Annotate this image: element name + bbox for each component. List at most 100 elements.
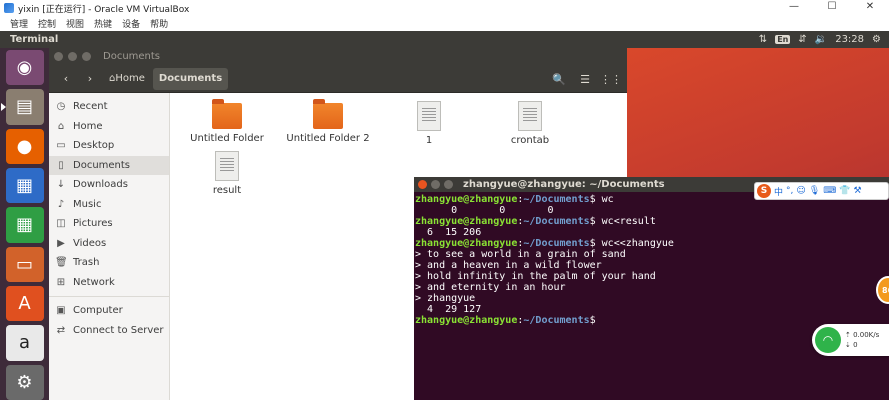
network-speed-widget[interactable]: ◠ ⇡ 0.00K/s ⇣ 0 xyxy=(812,324,889,356)
sidebar-item-documents[interactable]: ▯ Documents xyxy=(49,155,169,175)
terminal-prompt-line: zhangyue@zhangyue:~/Documents$ xyxy=(415,315,889,326)
firefox-icon[interactable]: ● xyxy=(5,128,44,164)
breadcrumb-current[interactable]: Documents xyxy=(152,67,229,90)
terminal-output-line: 6 15 206 xyxy=(415,227,482,238)
libreoffice-writer-icon[interactable]: ▦ xyxy=(5,167,44,204)
files-app-icon[interactable]: ▤ xyxy=(0,89,44,125)
close-button[interactable]: ✕ xyxy=(851,0,889,16)
network-icon[interactable]: ⇵ xyxy=(798,34,806,45)
terminal-output[interactable]: zhangyue@zhangyue:~/Documents$ wc 0 0 0z… xyxy=(414,192,889,326)
prompt-user: zhangyue@zhangyue xyxy=(415,238,518,249)
terminal-minimize-button[interactable] xyxy=(431,180,440,189)
minimize-button[interactable]: — xyxy=(775,0,813,16)
keyboard-swap-icon[interactable]: ⇅ xyxy=(759,34,767,45)
download-speed: ⇣ 0 xyxy=(845,341,858,349)
sidebar-item-label: Desktop xyxy=(73,140,115,152)
terminal-prompt-line: zhangyue@zhangyue:~/Documents$ wc<<zhang… xyxy=(415,238,889,249)
clock[interactable]: 23:28 xyxy=(835,34,864,45)
music-icon: ♪ xyxy=(57,198,65,210)
ime-voice-icon[interactable]: 🎙 xyxy=(809,186,820,196)
terminal-prompt-line: zhangyue@zhangyue:~/Documents$ wc<result xyxy=(415,216,889,227)
files-minimize-button[interactable] xyxy=(68,52,77,61)
ubuntu-top-panel: Terminal ⇅ En ⇵ 🔉 23:28 ⚙ xyxy=(0,31,889,48)
file-item-crontab[interactable]: crontab xyxy=(485,101,575,146)
prompt-command: $ wc xyxy=(589,194,614,205)
trash-icon: 🗑 xyxy=(55,257,68,269)
sidebar-item-label: Home xyxy=(73,120,103,132)
list-view-icon[interactable]: ☰ xyxy=(575,69,595,89)
file-item-label: 1 xyxy=(425,135,433,146)
sidebar-item-music[interactable]: ♪ Music xyxy=(49,195,169,215)
sidebar-item-computer[interactable]: ▣ Computer xyxy=(49,301,169,321)
libreoffice-impress-icon[interactable]: ▭ xyxy=(5,246,44,282)
ime-tools-icon[interactable]: ⚒ xyxy=(853,186,861,196)
vbox-window-title: yixin [正在运行] - Oracle VM VirtualBox xyxy=(18,4,190,15)
sidebar-item-label: Computer xyxy=(73,305,123,317)
menu-manage[interactable]: 管理 xyxy=(10,17,28,30)
server-icon: ⇄ xyxy=(56,324,66,336)
grid-view-icon[interactable]: ⋮⋮ xyxy=(600,69,622,89)
text-file-icon xyxy=(417,101,441,131)
sidebar-item-videos[interactable]: ▶ Videos xyxy=(49,234,169,254)
system-settings-icon[interactable]: ⚙ xyxy=(5,364,44,400)
sidebar-item-pictures[interactable]: ◫ Pictures xyxy=(49,214,169,234)
sidebar-item-label: Recent xyxy=(73,101,108,113)
search-icon[interactable]: 🔍 xyxy=(549,69,569,89)
ubuntu-dash-icon[interactable]: ◉ xyxy=(5,50,44,86)
menu-control[interactable]: 控制 xyxy=(38,17,56,30)
sidebar-item-label: Network xyxy=(73,276,115,288)
active-app-name[interactable]: Terminal xyxy=(0,34,58,45)
breadcrumb-home[interactable]: ⌂ Home xyxy=(103,68,151,90)
breadcrumb-home-label: Home xyxy=(115,73,145,84)
sidebar-item-connect-to-server[interactable]: ⇄ Connect to Server xyxy=(49,321,169,341)
libreoffice-calc-icon[interactable]: ▦ xyxy=(5,207,44,243)
files-maximize-button[interactable] xyxy=(82,52,91,61)
file-item-untitled-folder[interactable]: Untitled Folder xyxy=(182,99,272,144)
volume-icon[interactable]: 🔉 xyxy=(815,34,827,45)
files-toolbar: ‹ › ⌂ Home Documents xyxy=(49,65,627,93)
sogou-logo-icon: S xyxy=(757,184,771,198)
back-button[interactable]: ‹ xyxy=(55,68,77,90)
menu-view[interactable]: 视图 xyxy=(66,17,84,30)
amazon-icon[interactable]: a xyxy=(5,325,44,361)
input-language-indicator[interactable]: En xyxy=(775,35,791,44)
files-close-button[interactable] xyxy=(54,52,63,61)
ime-keyboard-icon[interactable]: ⌨ xyxy=(823,186,836,196)
terminal-close-button[interactable] xyxy=(418,180,427,189)
prompt-user: zhangyue@zhangyue xyxy=(415,194,518,205)
ime-punct-icon[interactable]: °, xyxy=(786,186,793,196)
menu-devices[interactable]: 设备 xyxy=(122,17,140,30)
settings-gear-icon[interactable]: ⚙ xyxy=(872,34,881,45)
folder-icon xyxy=(313,99,343,129)
sidebar-item-desktop[interactable]: ▭ Desktop xyxy=(49,136,169,156)
terminal-window[interactable]: zhangyue@zhangyue: ~/Documents zhangyue@… xyxy=(414,177,889,400)
sidebar-item-recent[interactable]: ◷ Recent xyxy=(49,97,169,117)
ime-toolbar[interactable]: S 中 °, ☺ 🎙 ⌨ 👕 ⚒ xyxy=(754,182,889,200)
documents-icon: ▯ xyxy=(58,159,64,171)
menu-hotkey[interactable]: 热键 xyxy=(94,17,112,30)
menu-help[interactable]: 帮助 xyxy=(150,17,168,30)
ime-emoji-icon[interactable]: ☺ xyxy=(796,186,805,196)
pictures-icon: ◫ xyxy=(56,218,66,230)
ime-mode-label[interactable]: 中 xyxy=(774,185,783,198)
vbox-titlebar: yixin [正在运行] - Oracle VM VirtualBox — ☐ … xyxy=(0,0,889,16)
ime-skin-icon[interactable]: 👕 xyxy=(839,186,850,196)
upload-speed: ⇡ 0.00K/s xyxy=(845,331,880,339)
forward-button[interactable]: › xyxy=(79,68,101,90)
file-item-label: crontab xyxy=(510,135,550,146)
sidebar-item-trash[interactable]: 🗑 Trash xyxy=(49,253,169,273)
file-item-untitled-folder-2[interactable]: Untitled Folder 2 xyxy=(283,99,373,144)
file-item-1[interactable]: 1 xyxy=(384,101,474,146)
clock-icon: ◷ xyxy=(56,101,66,113)
file-item-result[interactable]: result xyxy=(182,151,272,196)
prompt-path: ~/Documents xyxy=(523,194,590,205)
software-center-icon[interactable]: A xyxy=(5,285,44,322)
terminal-maximize-button[interactable] xyxy=(444,180,453,189)
prompt-command: $ wc<result xyxy=(589,216,656,227)
sidebar-item-network[interactable]: ⊞ Network xyxy=(49,273,169,293)
terminal-title: zhangyue@zhangyue: ~/Documents xyxy=(463,179,665,190)
terminal-output-line: 4 29 127 xyxy=(415,304,482,315)
maximize-button[interactable]: ☐ xyxy=(813,0,851,16)
sidebar-item-home[interactable]: ⌂ Home xyxy=(49,117,169,137)
sidebar-item-downloads[interactable]: ↓ Downloads xyxy=(49,175,169,195)
